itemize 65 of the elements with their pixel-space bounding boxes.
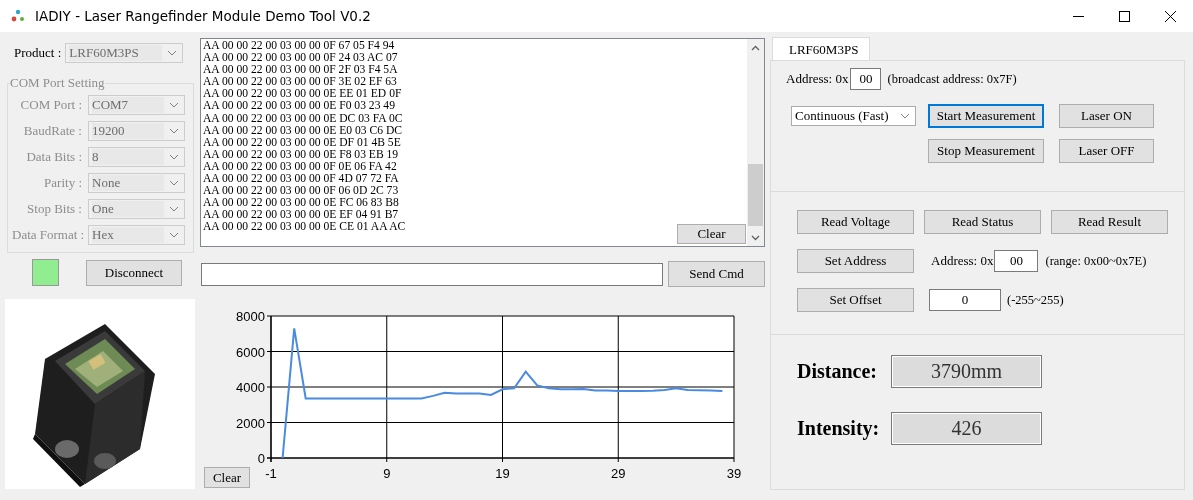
- address-label: Address: 0x: [786, 71, 849, 87]
- group-title: COM Port Setting: [10, 75, 105, 91]
- command-input[interactable]: [201, 262, 663, 286]
- axis-tick-label: -1: [265, 466, 277, 481]
- scrollbar[interactable]: [747, 39, 764, 246]
- new-address-input[interactable]: 00: [994, 250, 1039, 272]
- read-button[interactable]: Read Result: [1051, 210, 1168, 234]
- axis-tick-label: 29: [611, 466, 626, 481]
- reading-label: Intensity:: [797, 417, 881, 440]
- range-hint: (range: 0x00~0x7E): [1045, 253, 1147, 269]
- log-line: AA 00 00 22 00 03 00 00 0E DC 03 FA 0C: [203, 112, 403, 125]
- log-line: AA 00 00 22 00 03 00 00 0F 67 05 F4 94: [203, 40, 395, 53]
- log-line: AA 00 00 22 00 03 00 00 0F 4D 07 72 FA: [203, 173, 399, 186]
- field-label: Data Format :: [12, 227, 82, 243]
- log-line: AA 00 00 22 00 03 00 00 0E F0 03 23 49: [203, 100, 395, 113]
- command-button[interactable]: Start Measurement: [928, 104, 1044, 128]
- mode-dropdown[interactable]: Continuous (Fast): [791, 106, 916, 126]
- log-line: AA 00 00 22 00 03 00 00 0E CE 01 AA AC: [203, 221, 406, 234]
- axis-tick-label: 2000: [236, 415, 265, 431]
- log-line: AA 00 00 22 00 03 00 00 0F 24 03 AC 07: [203, 52, 398, 65]
- log-line: AA 00 00 22 00 03 00 00 0E FC 06 83 B8: [203, 197, 399, 210]
- range-hint: (-255~255): [1007, 292, 1064, 308]
- log-line: AA 00 00 22 00 03 00 00 0E F8 03 EB 19: [203, 148, 399, 161]
- axis-tick-label: 6000: [236, 344, 265, 360]
- read-button[interactable]: Read Voltage: [797, 210, 914, 234]
- axis-tick-label: 0: [257, 451, 265, 466]
- clear-chart-button[interactable]: Clear: [204, 467, 250, 488]
- log-line: AA 00 00 22 00 03 00 00 0F 0E 06 FA 42: [203, 160, 397, 174]
- reading-display: 3790mm: [891, 355, 1042, 388]
- disconnect-button[interactable]: Disconnect: [86, 259, 182, 286]
- axis-tick-label: 9: [383, 466, 391, 481]
- window-title: IADIY - Laser Rangefinder Module Demo Tool V0.2: [35, 8, 372, 24]
- app-logo-icon: [11, 9, 25, 23]
- read-button[interactable]: Read Status: [924, 210, 1041, 234]
- command-button[interactable]: Laser OFF: [1059, 139, 1154, 163]
- clear-log-button[interactable]: Clear: [677, 224, 746, 244]
- log-line: AA 00 00 22 00 03 00 00 0E E0 03 C6 DC: [203, 124, 403, 137]
- reading-display: 426: [891, 412, 1042, 445]
- set-address-button[interactable]: Set Address: [797, 249, 914, 273]
- log-line: AA 00 00 22 00 03 00 00 0F 2F 03 F4 5A: [203, 64, 398, 77]
- field-label: Parity :: [43, 175, 82, 191]
- axis-tick-label: 19: [495, 466, 510, 481]
- send-command-button[interactable]: Send Cmd: [668, 261, 765, 287]
- address-input[interactable]: 00: [850, 68, 882, 90]
- field-label: Data Bits :: [25, 149, 82, 165]
- reading-label: Distance:: [797, 360, 878, 383]
- field-label: COM Port :: [19, 97, 82, 113]
- address-hint: (broadcast address: 0x7F): [887, 71, 1017, 87]
- log-line: AA 00 00 22 00 03 00 00 0E EF 04 91 B7: [203, 209, 399, 222]
- product-label: Product :: [14, 45, 62, 61]
- axis-tick-label: 4000: [236, 380, 265, 395]
- log-line: AA 00 00 22 00 03 00 00 0E EE 01 ED 0F: [203, 88, 402, 101]
- tab[interactable]: LRF60M3PS: [772, 37, 870, 60]
- field-label: Stop Bits :: [26, 201, 82, 217]
- command-button[interactable]: Laser ON: [1059, 104, 1154, 128]
- axis-tick-label: 8000: [236, 309, 265, 324]
- axis-tick-label: 39: [726, 466, 742, 481]
- log-line: AA 00 00 22 00 03 00 00 0F 06 0D 2C 73: [203, 185, 399, 198]
- log-line: AA 00 00 22 00 03 00 00 0E DF 01 4B 5E: [203, 136, 401, 149]
- field-label: BaudRate :: [22, 123, 82, 139]
- log-line: AA 00 00 22 00 03 00 00 0F 3E 02 EF 63: [203, 76, 397, 89]
- offset-input[interactable]: 0: [929, 289, 1001, 311]
- command-button[interactable]: Stop Measurement: [928, 139, 1044, 163]
- set-offset-button[interactable]: Set Offset: [797, 288, 914, 312]
- address-label: Address: 0x: [931, 253, 994, 269]
